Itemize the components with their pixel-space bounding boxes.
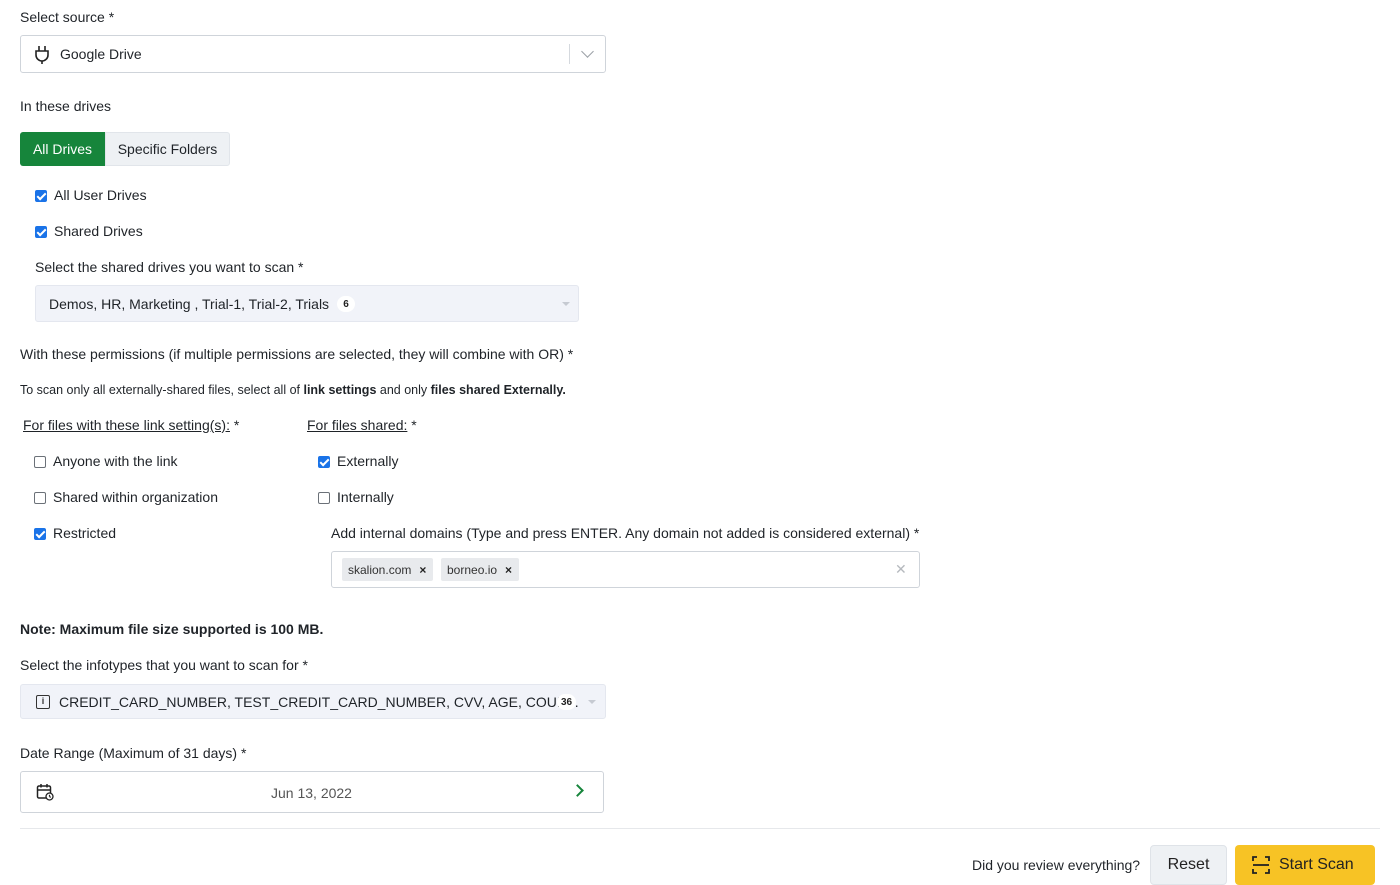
anyone-with-link-checkbox[interactable] <box>34 456 46 468</box>
caret-down-icon[interactable] <box>588 700 596 704</box>
tab-all-drives[interactable]: All Drives <box>20 132 105 166</box>
start-scan-label: Start Scan <box>1279 856 1354 873</box>
shared-drives-value: Demos, HR, Marketing , Trial-1, Trial-2,… <box>49 296 330 312</box>
calendar-icon <box>36 783 54 804</box>
date-value: Jun 13, 2022 <box>271 785 352 801</box>
infotypes-label: Select the infotypes that you want to sc… <box>20 657 308 673</box>
infotypes-value: CREDIT_CARD_NUMBER, TEST_CREDIT_CARD_NUM… <box>59 694 579 710</box>
internally-checkbox[interactable] <box>318 492 330 504</box>
drives-label: In these drives <box>20 98 112 114</box>
domain-chip: borneo.io × <box>441 558 520 581</box>
date-range-picker[interactable]: Jun 13, 2022 <box>20 771 604 813</box>
shared-drives-checkbox[interactable] <box>35 226 47 238</box>
shared-drives-select[interactable]: Demos, HR, Marketing , Trial-1, Trial-2,… <box>35 285 579 322</box>
shared-drives-count-badge: 6 <box>337 296 355 312</box>
permissions-hint: To scan only all externally-shared files… <box>20 383 566 397</box>
all-user-drives-label: All User Drives <box>54 187 147 203</box>
source-value: Google Drive <box>60 46 142 62</box>
start-scan-button[interactable]: Start Scan <box>1235 845 1375 885</box>
review-question: Did you review everything? <box>972 857 1141 873</box>
restricted-checkbox[interactable] <box>34 528 46 540</box>
remove-chip-icon[interactable]: × <box>419 563 426 577</box>
permissions-label: With these permissions (if multiple perm… <box>20 346 573 362</box>
chevron-right-icon[interactable] <box>571 784 584 797</box>
info-icon: i <box>36 695 50 709</box>
tab-specific-folders[interactable]: Specific Folders <box>105 132 230 166</box>
date-range-label: Date Range (Maximum of 31 days) <box>20 745 246 761</box>
scan-icon <box>1252 856 1270 879</box>
reset-button[interactable]: Reset <box>1150 845 1227 885</box>
select-divider <box>569 44 570 64</box>
infotypes-select[interactable]: i CREDIT_CARD_NUMBER, TEST_CREDIT_CARD_N… <box>20 684 606 719</box>
chevron-down-icon[interactable] <box>581 45 594 58</box>
file-size-note: Note: Maximum file size supported is 100… <box>20 621 324 637</box>
domain-chip-label: borneo.io <box>447 562 498 577</box>
shared-within-org-label: Shared within organization <box>53 489 218 505</box>
shared-within-org-checkbox[interactable] <box>34 492 46 504</box>
externally-label: Externally <box>337 453 399 469</box>
link-settings-label: For files with these link setting(s): * <box>23 417 240 433</box>
restricted-label: Restricted <box>53 525 117 541</box>
plug-icon <box>34 45 50 68</box>
domain-chip-label: skalion.com <box>348 562 412 577</box>
shared-drives-label: Shared Drives <box>54 223 143 239</box>
internal-domains-label: Add internal domains (Type and press ENT… <box>331 525 919 541</box>
internally-label: Internally <box>337 489 394 505</box>
clear-icon[interactable]: ✕ <box>895 561 907 578</box>
caret-down-icon[interactable] <box>562 302 570 306</box>
source-select[interactable]: Google Drive <box>20 35 606 73</box>
footer-divider <box>20 828 1380 829</box>
domain-chip: skalion.com × <box>342 558 434 581</box>
anyone-with-link-label: Anyone with the link <box>53 453 178 469</box>
source-label: Select source <box>20 9 114 25</box>
remove-chip-icon[interactable]: × <box>505 563 512 577</box>
shared-drives-select-label: Select the shared drives you want to sca… <box>35 259 304 275</box>
files-shared-label: For files shared: * <box>307 417 417 433</box>
infotypes-count-badge: 36 <box>557 694 577 710</box>
externally-checkbox[interactable] <box>318 456 330 468</box>
all-user-drives-checkbox[interactable] <box>35 190 47 202</box>
